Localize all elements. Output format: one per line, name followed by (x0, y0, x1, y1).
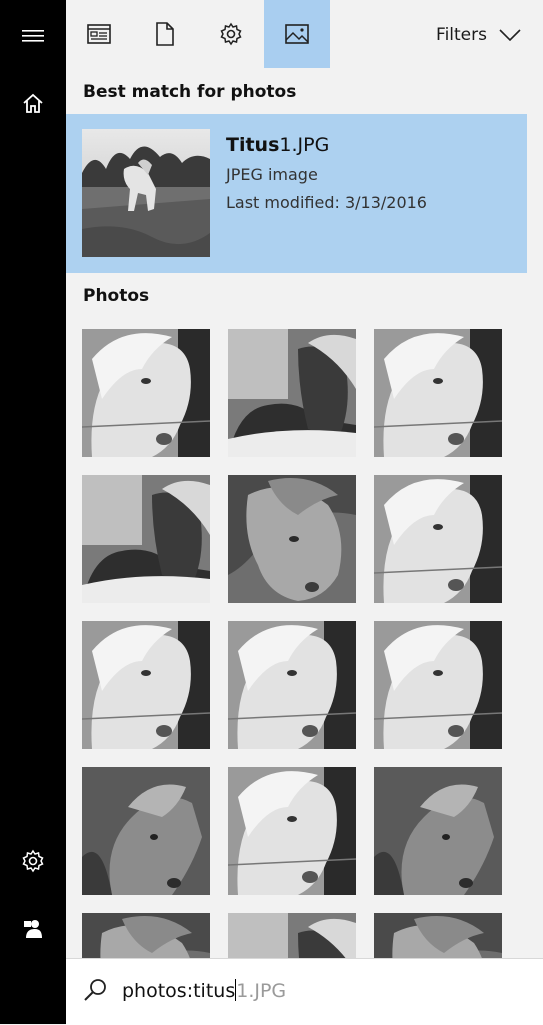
best-match-modified: Last modified: 3/13/2016 (226, 193, 427, 212)
best-match-result[interactable]: Titus1.JPG JPEG image Last modified: 3/1… (66, 114, 527, 273)
filters-dropdown[interactable]: Filters (436, 20, 521, 50)
settings-icon[interactable] (0, 836, 66, 886)
photo-thumbnail[interactable] (228, 621, 356, 749)
tab-photos[interactable] (264, 0, 330, 68)
feedback-icon[interactable] (0, 903, 66, 953)
left-rail (0, 0, 66, 1024)
photo-thumbnail[interactable] (374, 475, 502, 603)
window-icon (87, 24, 111, 44)
photo-thumbnail[interactable] (374, 767, 502, 895)
tab-apps[interactable] (66, 0, 132, 68)
search-input[interactable]: photos:titus1.JPG (122, 979, 286, 1002)
photo-thumbnail[interactable] (82, 913, 210, 959)
filter-tabs-bar: Filters (66, 0, 543, 68)
best-match-filename: Titus1.JPG (226, 134, 329, 156)
tab-documents[interactable] (132, 0, 198, 68)
tab-settings[interactable] (198, 0, 264, 68)
photo-thumbnail[interactable] (374, 621, 502, 749)
chevron-down-icon (499, 29, 521, 41)
search-icon (84, 979, 106, 1001)
scrollbar[interactable] (527, 68, 543, 958)
photo-thumbnail[interactable] (374, 913, 502, 959)
photo-thumbnail[interactable] (228, 913, 356, 959)
best-match-type: JPEG image (226, 165, 318, 184)
home-icon[interactable] (0, 78, 66, 128)
photo-thumbnail[interactable] (228, 475, 356, 603)
photo-thumbnail[interactable] (82, 329, 210, 457)
document-icon (156, 22, 174, 46)
best-match-thumbnail (82, 129, 210, 257)
search-box[interactable]: photos:titus1.JPG (66, 958, 543, 1025)
best-match-heading: Best match for photos (83, 82, 297, 102)
photos-grid (82, 329, 522, 959)
hamburger-menu-icon[interactable] (0, 11, 66, 61)
photo-thumbnail[interactable] (374, 329, 502, 457)
photo-thumbnail[interactable] (82, 767, 210, 895)
filename-rest: 1.JPG (279, 134, 330, 156)
search-panel: Filters Best match for photos Titus1.JPG… (66, 0, 543, 1025)
search-typed-text: photos:titus (122, 980, 236, 1002)
photo-thumbnail[interactable] (82, 475, 210, 603)
photo-thumbnail[interactable] (82, 621, 210, 749)
gear-icon (220, 22, 242, 46)
search-autocomplete: 1.JPG (236, 980, 287, 1002)
filename-match: Titus (226, 134, 280, 156)
photo-thumbnail[interactable] (228, 767, 356, 895)
filters-label: Filters (436, 25, 487, 45)
photo-thumbnail[interactable] (228, 329, 356, 457)
photos-heading: Photos (83, 286, 150, 306)
image-icon (285, 24, 309, 44)
